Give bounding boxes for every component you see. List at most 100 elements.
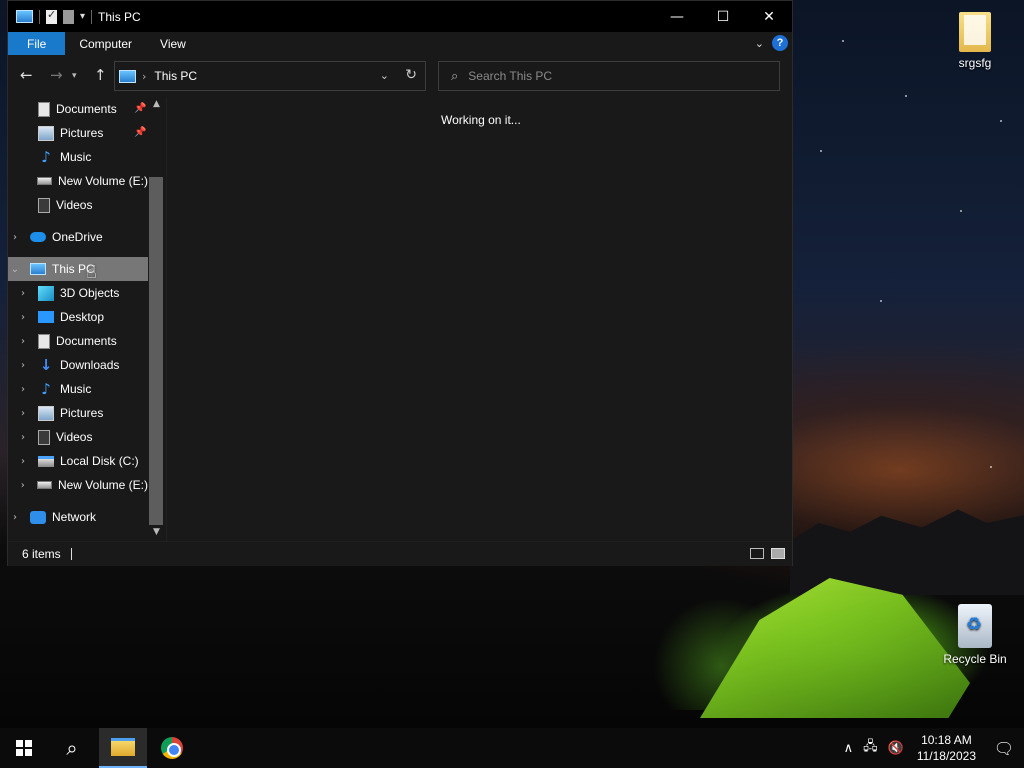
taskbar-file-explorer[interactable] [99, 728, 147, 768]
nav-item-documents[interactable]: Documents [8, 97, 148, 121]
file-explorer-icon [111, 738, 135, 756]
expand-chevron-icon[interactable]: › [18, 384, 28, 395]
toolbar-separator [39, 9, 40, 24]
expand-chevron-icon[interactable]: › [18, 336, 28, 347]
nav-item-pictures[interactable]: › Pictures [8, 401, 148, 425]
new-folder-icon[interactable] [63, 9, 74, 24]
network-icon[interactable]: 🖧 [863, 737, 878, 759]
minimize-button[interactable]: — [654, 1, 700, 32]
clock[interactable]: 10:18 AM 11/18/2023 [917, 732, 976, 764]
properties-icon[interactable] [46, 8, 57, 24]
desktop-icon-srgsfg[interactable]: srgsfg [940, 12, 1010, 70]
large-icons-view-icon[interactable] [771, 548, 785, 559]
navigation-pane[interactable]: Documents 📌 Pictures 📌 ♪ Music New Volume (E:)… [8, 97, 166, 541]
clock-time: 10:18 AM [921, 733, 972, 747]
pin-icon[interactable]: 📌 [134, 103, 146, 114]
desktop-icon [38, 311, 54, 323]
nav-item-videos[interactable]: › Videos [8, 425, 148, 449]
nav-item-documents[interactable]: › Documents [8, 329, 148, 353]
this-pc-icon [30, 263, 46, 275]
tab-view[interactable]: View [146, 32, 200, 55]
breadcrumb-chevron-icon[interactable]: › [142, 70, 146, 83]
expand-chevron-icon[interactable]: › [18, 288, 28, 299]
nav-item-label: Local Disk (C:) [60, 454, 139, 468]
expand-chevron-icon[interactable]: › [18, 456, 28, 467]
up-arrow-icon[interactable]: ↑ [94, 66, 107, 84]
chrome-icon [161, 737, 183, 759]
taskbar-search-button[interactable]: ⌕ [48, 728, 96, 768]
refresh-icon[interactable]: ↻ [405, 67, 417, 83]
nav-pane-scrollbar[interactable]: ▲ ▼ [148, 97, 165, 541]
nav-item-music[interactable]: ♪ Music [8, 145, 148, 169]
nav-item-label: OneDrive [52, 230, 103, 244]
start-button[interactable] [0, 728, 48, 768]
breadcrumb-this-pc[interactable]: This PC [154, 69, 197, 83]
nav-item-onedrive[interactable]: › OneDrive [8, 225, 148, 249]
nav-item-videos[interactable]: Videos [8, 193, 148, 217]
customize-toolbar-chevron-icon[interactable]: ▾ [80, 11, 85, 22]
pin-icon[interactable]: 📌 [134, 127, 146, 138]
nav-item-label: Pictures [60, 406, 104, 420]
taskbar-chrome[interactable] [148, 728, 196, 768]
expand-chevron-icon[interactable]: › [18, 360, 28, 371]
nav-item-music[interactable]: › ♪ Music [8, 377, 148, 401]
expand-chevron-icon[interactable]: › [10, 232, 20, 243]
expand-chevron-icon[interactable]: › [10, 512, 20, 523]
local-disk-icon [38, 455, 54, 467]
help-icon[interactable]: ? [772, 35, 788, 51]
expand-chevron-icon[interactable]: › [18, 312, 28, 323]
file-explorer-window: ▾ This PC — ☐ ✕ File Computer View ⌄ ? ←… [7, 0, 793, 566]
expand-chevron-icon[interactable]: › [18, 432, 28, 443]
search-input[interactable] [468, 69, 749, 83]
volume-muted-icon[interactable]: 🔇 [888, 741, 904, 756]
content-pane[interactable]: Working on it... [166, 97, 792, 541]
status-bar: 6 items [8, 541, 792, 566]
search-icon: ⌕ [451, 68, 459, 84]
nav-item-pictures[interactable]: Pictures [8, 121, 148, 145]
close-button[interactable]: ✕ [746, 1, 792, 32]
nav-item-local-disk-c[interactable]: › Local Disk (C:) [8, 449, 148, 473]
star [905, 95, 907, 97]
onedrive-icon [30, 232, 46, 242]
star [960, 210, 962, 212]
expand-ribbon-chevron-icon[interactable]: ⌄ [755, 37, 764, 50]
window-title: This PC [98, 9, 141, 24]
address-bar[interactable]: › This PC ⌄ ↻ [114, 61, 426, 91]
3d-objects-icon [38, 285, 54, 301]
nav-item-label: Documents [56, 102, 117, 116]
nav-item-downloads[interactable]: › ↓ Downloads [8, 353, 148, 377]
forward-arrow-icon[interactable]: → [50, 66, 63, 84]
tab-file[interactable]: File [8, 32, 66, 55]
item-count: 6 items [22, 547, 61, 561]
nav-item-desktop[interactable]: › Desktop [8, 305, 148, 329]
details-view-icon[interactable] [750, 548, 764, 559]
search-box[interactable]: ⌕ [438, 61, 780, 91]
nav-item-label: Videos [56, 198, 93, 212]
maximize-button[interactable]: ☐ [700, 1, 746, 32]
nav-item-label: Downloads [60, 358, 120, 372]
documents-icon [38, 101, 50, 117]
scroll-down-icon[interactable]: ▼ [148, 527, 165, 541]
back-arrow-icon[interactable]: ← [20, 66, 33, 84]
recent-locations-chevron-icon[interactable]: ▾ [72, 71, 77, 81]
scroll-up-icon[interactable]: ▲ [148, 99, 165, 113]
show-hidden-icons-chevron-icon[interactable]: ∧ [844, 741, 854, 756]
title-bar[interactable]: ▾ This PC — ☐ ✕ [8, 1, 792, 32]
star [820, 150, 822, 152]
nav-item-label: New Volume (E:) [57, 478, 148, 492]
expand-chevron-icon[interactable]: › [18, 408, 28, 419]
nav-item-new-volume-e[interactable]: New Volume (E:) [8, 169, 148, 193]
desktop-icon-label: Recycle Bin [943, 652, 1007, 666]
collapse-chevron-icon[interactable]: ⌄ [10, 264, 20, 275]
address-history-chevron-icon[interactable]: ⌄ [380, 69, 389, 82]
scroll-thumb[interactable] [149, 177, 163, 525]
action-center-icon[interactable]: 🗨 [984, 739, 1024, 758]
quick-access-toolbar: ▾ [16, 8, 93, 24]
nav-item-new-volume-e[interactable]: › New Volume (E:) [8, 473, 148, 497]
desktop-icon-recycle-bin[interactable]: Recycle Bin [940, 604, 1010, 666]
expand-chevron-icon[interactable]: › [18, 480, 27, 491]
nav-item-3d-objects[interactable]: › 3D Objects [8, 281, 148, 305]
nav-item-network[interactable]: › Network [8, 505, 148, 529]
tab-computer[interactable]: Computer [65, 32, 146, 55]
nav-item-this-pc[interactable]: ⌄ This PC [8, 257, 148, 281]
